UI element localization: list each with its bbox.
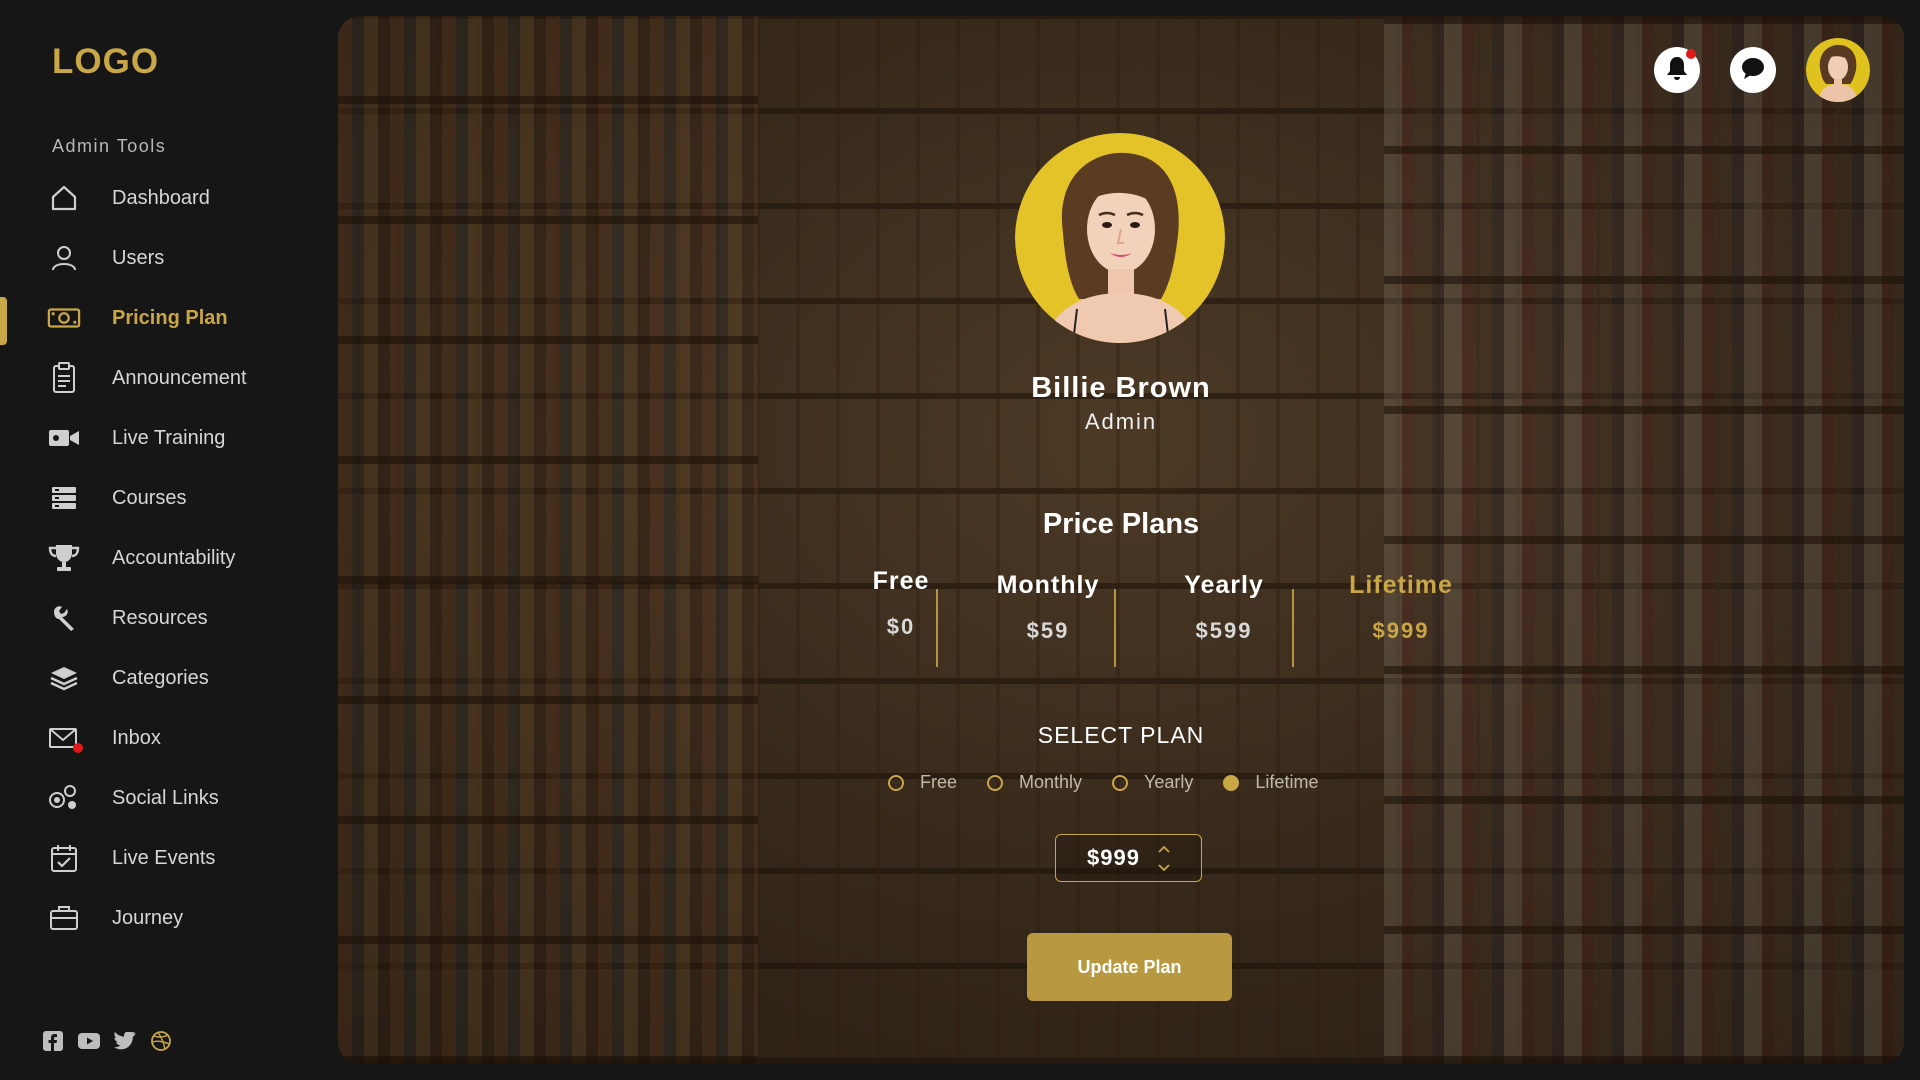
logo[interactable]: LOGO [52,42,159,82]
briefcase-icon [47,901,81,935]
plan-name: Monthly [996,571,1100,599]
plan-monthly: Monthly $59 [963,571,1133,669]
sidebar-item-label: Dashboard [112,186,210,209]
sidebar-item-label: Users [112,246,165,269]
bell-icon [1665,55,1689,86]
sidebar-item-label: Pricing Plan [112,306,228,329]
sidebar-item-categories[interactable]: Categories [0,648,335,708]
plan-free: Free $0 [816,567,986,665]
main-panel: Billie Brown Admin Price Plans Free $0 M… [338,16,1904,1064]
chat-icon [1740,56,1766,85]
sidebar-item-label: Inbox [112,726,161,749]
layers-icon [47,661,81,695]
radio-free[interactable]: Free [888,772,957,793]
select-plan-title: SELECT PLAN [1037,722,1205,748]
dribbble-icon[interactable] [150,1030,172,1052]
radio-yearly[interactable]: Yearly [1112,772,1193,793]
radio-monthly[interactable]: Monthly [987,772,1082,793]
notification-button[interactable] [1654,47,1700,93]
profile-avatar [1015,133,1225,343]
twitter-icon[interactable] [114,1030,136,1052]
sidebar-item-label: Announcement [112,366,247,389]
plan-price: $599 [1195,618,1253,643]
video-icon [47,421,81,455]
facebook-icon[interactable] [42,1030,64,1052]
sidebar-item-label: Resources [112,606,208,629]
sidebar-item-label: Live Events [112,846,216,869]
sidebar-item-label: Courses [112,486,187,509]
mail-icon [47,721,83,755]
calendar-check-icon [47,841,81,875]
price-plans-title: Price Plans [1042,508,1200,540]
user-avatar[interactable] [1806,38,1870,102]
stepper-arrows[interactable] [1158,840,1170,877]
notification-dot [1686,49,1696,59]
plan-divider [936,589,938,667]
plan-divider [1114,589,1116,667]
plan-lifetime: Lifetime $999 [1316,571,1486,669]
active-indicator [0,297,7,345]
sidebar-item-label: Journey [112,906,184,929]
radio-label: Yearly [1144,772,1194,792]
plan-price: $59 [1026,618,1070,643]
plan-divider [1292,589,1294,667]
social-icon [47,781,81,815]
trophy-icon [47,541,81,575]
sidebar-nav: Dashboard Users Pricing Plan Announcemen… [0,168,335,948]
social-links [42,1030,172,1052]
radio-circle[interactable] [1223,774,1240,791]
main-content: Billie Brown Admin Price Plans Free $0 M… [338,16,1904,1064]
plan-yearly: Yearly $599 [1139,571,1309,669]
sidebar-item-dashboard[interactable]: Dashboard [0,168,335,228]
radio-label: Monthly [1019,772,1083,792]
sidebar-item-courses[interactable]: Courses [0,468,335,528]
sidebar-item-label: Social Links [112,786,219,809]
profile-name: Billie Brown [1031,372,1211,404]
sidebar-item-accountability[interactable]: Accountability [0,528,335,588]
sidebar-item-resources[interactable]: Resources [0,588,335,648]
chevron-down-icon[interactable] [1158,859,1170,877]
price-plans-row: Free $0 Monthly $59 Yearly $599 Lifetime… [816,567,1452,669]
inbox-notification-dot [73,743,83,753]
chat-button[interactable] [1730,47,1776,93]
sidebar: LOGO Admin Tools Dashboard Users Pricing… [0,0,335,1080]
plan-price: $999 [1372,618,1430,643]
sidebar-item-announcement[interactable]: Announcement [0,348,335,408]
radio-label: Lifetime [1255,772,1319,792]
chevron-up-icon[interactable] [1158,840,1170,858]
plan-price: $0 [886,614,916,639]
user-icon [47,241,81,275]
youtube-icon[interactable] [78,1030,100,1052]
header-actions [1654,38,1870,102]
money-icon [47,301,81,335]
clipboard-icon [47,361,81,395]
plan-name: Lifetime [1349,571,1453,599]
radio-circle[interactable] [888,774,904,791]
stack-icon [47,481,81,515]
wrench-icon [47,601,81,635]
amount-stepper[interactable]: $999 [1055,834,1202,882]
plan-name: Yearly [1184,571,1264,599]
sidebar-item-label: Accountability [112,546,236,569]
profile-role: Admin [1084,409,1158,434]
sidebar-item-users[interactable]: Users [0,228,335,288]
radio-circle[interactable] [987,774,1004,791]
section-label: Admin Tools [52,136,167,156]
sidebar-item-pricing-plan[interactable]: Pricing Plan [0,288,335,348]
radio-circle[interactable] [1112,774,1129,791]
radio-lifetime[interactable]: Lifetime [1223,772,1318,793]
sidebar-item-inbox[interactable]: Inbox [0,708,335,768]
sidebar-item-label: Categories [112,666,209,689]
plan-name: Free [872,567,930,595]
radio-label: Free [920,772,958,792]
sidebar-item-live-events[interactable]: Live Events [0,828,335,888]
sidebar-item-journey[interactable]: Journey [0,888,335,948]
plan-radio-group: Free Monthly Yearly Lifetime [888,772,1348,793]
sidebar-item-label: Live Training [112,426,226,449]
update-plan-button[interactable]: Update Plan [1027,933,1232,1001]
sidebar-item-live-training[interactable]: Live Training [0,408,335,468]
home-icon [47,181,81,215]
sidebar-item-social-links[interactable]: Social Links [0,768,335,828]
amount-value[interactable]: $999 [1087,845,1140,871]
